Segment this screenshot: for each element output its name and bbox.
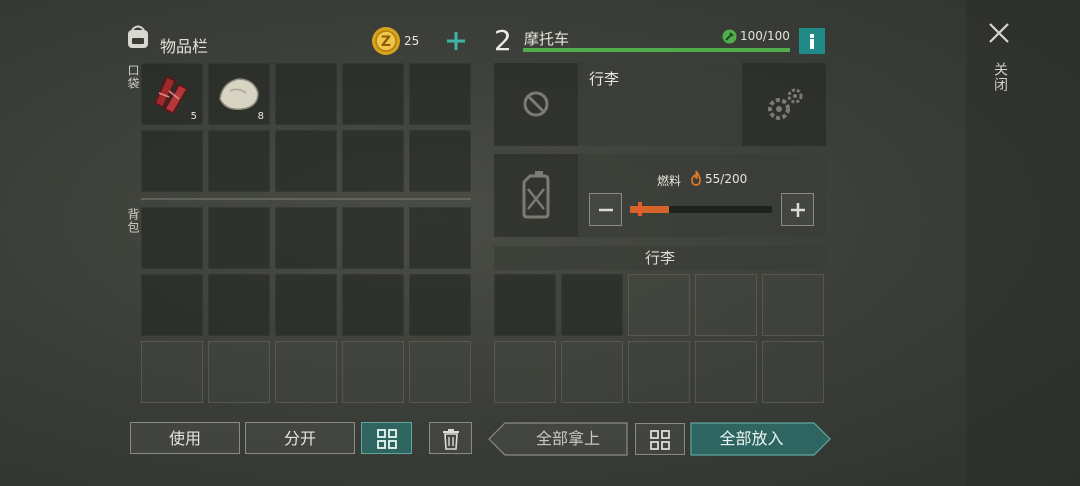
sort-inventory-button[interactable]	[361, 422, 412, 454]
gears-icon	[768, 88, 803, 120]
split-button[interactable]: 分开	[245, 422, 355, 454]
pocket-slot-8[interactable]	[275, 130, 337, 192]
info-icon	[810, 34, 814, 49]
add-coins-button[interactable]	[443, 28, 469, 54]
pocket-slot-4[interactable]	[342, 63, 404, 125]
cargo-slot-locked	[628, 274, 690, 336]
backpack-slot-locked	[342, 341, 404, 403]
pocket-slot-1[interactable]: 5	[141, 63, 203, 125]
fuel-can-slot[interactable]	[494, 154, 578, 237]
backpack-icon	[124, 24, 152, 54]
use-button[interactable]: 使用	[130, 422, 240, 454]
backpack-slot-locked	[208, 341, 270, 403]
close-icon	[989, 23, 1009, 43]
fuel-slider-handle[interactable]	[638, 202, 642, 216]
backpack-slot-5[interactable]	[409, 207, 471, 269]
coin-icon: Z	[371, 26, 401, 60]
fuel-value: 55/200	[705, 172, 748, 186]
pocket-slot-2[interactable]: 8	[208, 63, 270, 125]
cargo-slot-1[interactable]	[494, 274, 556, 336]
cargo-header: 行李	[494, 246, 826, 270]
trash-icon	[442, 429, 459, 450]
wrench-icon	[722, 29, 737, 48]
durability-text: 100/100	[740, 29, 790, 43]
backpack-label: 背包	[126, 208, 140, 234]
cargo-slot-locked	[628, 341, 690, 403]
cargo-slot-locked	[762, 341, 824, 403]
cargo-slot-2[interactable]	[561, 274, 623, 336]
backpack-slot-6[interactable]	[141, 274, 203, 336]
cargo-slot-locked	[762, 274, 824, 336]
side-strip	[966, 0, 1080, 486]
pocket-slot-10[interactable]	[409, 130, 471, 192]
backpack-slot-4[interactable]	[342, 207, 404, 269]
backpack-slot-10[interactable]	[409, 274, 471, 336]
take-all-button[interactable]: 全部拿上	[488, 422, 628, 456]
close-label: 关闭	[992, 62, 1008, 92]
pocket-divider	[141, 198, 471, 200]
plus-icon	[447, 32, 465, 50]
prohibited-icon	[523, 91, 549, 117]
backpack-slot-8[interactable]	[275, 274, 337, 336]
plus-icon	[790, 203, 805, 217]
trunk-slot[interactable]	[494, 63, 578, 146]
backpack-slot-locked	[275, 341, 337, 403]
put-all-button[interactable]: 全部放入	[690, 422, 831, 456]
inventory-title: 物品栏	[160, 37, 209, 56]
fuel-fill	[630, 206, 670, 213]
trunk-label: 行李	[589, 70, 620, 88]
settings-slot[interactable]	[742, 63, 826, 146]
backpack-slot-3[interactable]	[275, 207, 337, 269]
item-count: 5	[190, 111, 197, 122]
pocket-slot-7[interactable]	[208, 130, 270, 192]
cargo-slot-locked	[695, 341, 757, 403]
durability-bar	[523, 48, 790, 52]
flame-icon	[690, 170, 702, 190]
fuel-slider[interactable]	[630, 206, 772, 213]
fuel-increase-button[interactable]	[781, 193, 814, 226]
backpack-slot-7[interactable]	[208, 274, 270, 336]
grid-icon	[650, 430, 670, 450]
backpack-slot-1[interactable]	[141, 207, 203, 269]
pocket-label: 口袋	[126, 64, 140, 90]
grid-icon	[376, 429, 397, 449]
coin-count: 25	[404, 34, 420, 48]
cargo-slot-locked	[561, 341, 623, 403]
pocket-slot-6[interactable]	[141, 130, 203, 192]
sort-vehicle-button[interactable]	[635, 423, 685, 455]
vehicle-number: 2	[494, 24, 512, 57]
durability-fill	[523, 48, 790, 52]
info-button[interactable]	[799, 28, 825, 54]
backpack-slot-locked	[409, 341, 471, 403]
put-all-label: 全部放入	[719, 429, 784, 448]
cargo-title: 行李	[644, 249, 675, 267]
pocket-slot-3[interactable]	[275, 63, 337, 125]
close-button[interactable]	[984, 18, 1014, 48]
minus-icon	[598, 208, 613, 212]
backpack-slot-locked	[141, 341, 203, 403]
backpack-slot-9[interactable]	[342, 274, 404, 336]
cargo-slot-locked	[494, 341, 556, 403]
backpack-slot-2[interactable]	[208, 207, 270, 269]
delete-button[interactable]	[429, 422, 472, 454]
jerrycan-icon	[522, 171, 550, 219]
item-count: 8	[257, 111, 264, 122]
fuel-label: 燃料	[657, 174, 682, 188]
fuel-decrease-button[interactable]	[589, 193, 622, 226]
pocket-slot-9[interactable]	[342, 130, 404, 192]
vehicle-name: 摩托车	[524, 30, 570, 48]
take-all-label: 全部拿上	[535, 429, 600, 448]
pocket-slot-5[interactable]	[409, 63, 471, 125]
cargo-slot-locked	[695, 274, 757, 336]
svg-text:Z: Z	[381, 34, 391, 50]
